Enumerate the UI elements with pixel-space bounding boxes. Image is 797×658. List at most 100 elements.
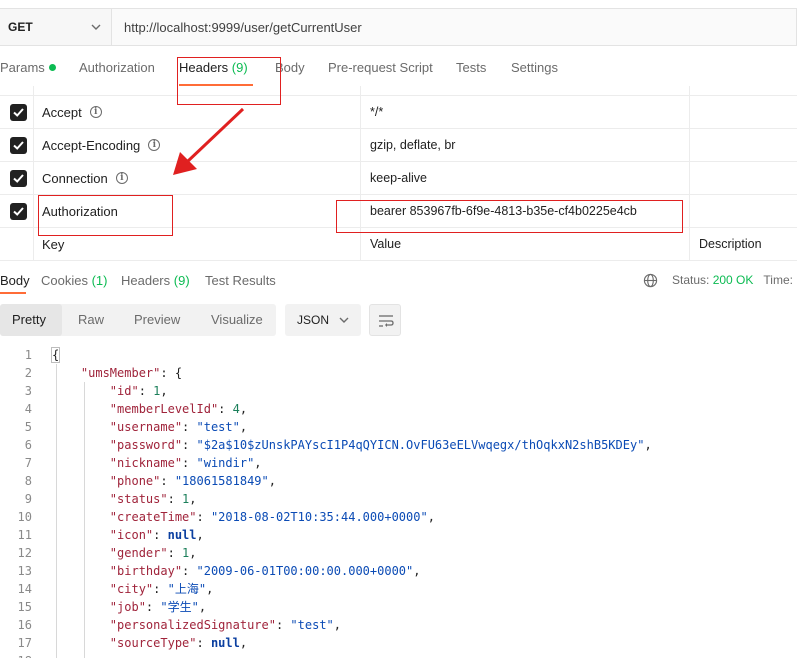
- response-status: Status: 200 OK Time:: [672, 273, 793, 287]
- chevron-down-icon: [91, 24, 101, 30]
- header-value[interactable]: keep-alive: [370, 162, 427, 194]
- code-token: ,: [196, 528, 204, 542]
- code-line: 4 "memberLevelId": 4,: [0, 400, 797, 418]
- code-token: :: [182, 420, 197, 434]
- code-token: "umsMember": [80, 366, 161, 380]
- code-token: null: [167, 528, 197, 542]
- header-key-text: Accept-Encoding: [42, 137, 141, 153]
- info-icon[interactable]: i: [89, 106, 102, 118]
- table-row-partial: [0, 86, 797, 96]
- time-label: Time:: [763, 273, 793, 287]
- tab-response-headers-count: (9): [173, 273, 190, 288]
- code-token: "personalizedSignature": [109, 618, 276, 632]
- code-line: 6 "password": "$2a$10$zUnskPAYscI1P4qQYI…: [0, 436, 797, 454]
- code-token: "phone": [109, 474, 161, 488]
- url-input[interactable]: http://localhost:9999/user/getCurrentUse…: [112, 9, 796, 45]
- code-line-partial: 18: [0, 652, 797, 658]
- tab-authorization[interactable]: Authorization: [79, 60, 155, 75]
- row-checkbox[interactable]: [10, 104, 27, 121]
- code-token: ,: [644, 438, 652, 452]
- code-token: :: [167, 492, 183, 506]
- row-checkbox[interactable]: [10, 137, 27, 154]
- code-token: ,: [239, 636, 248, 650]
- code-token: :: [167, 546, 183, 560]
- code-text: "job": "学生",: [52, 598, 206, 616]
- info-icon[interactable]: i: [148, 139, 161, 151]
- column-divider: [689, 195, 690, 227]
- code-text: "birthday": "2009-06-01T00:00:00.000+000…: [52, 562, 421, 580]
- format-select[interactable]: JSON: [285, 304, 361, 336]
- row-checkbox[interactable]: [10, 203, 27, 220]
- view-visualize-button[interactable]: Visualize: [211, 312, 263, 327]
- new-description-input[interactable]: Description: [699, 228, 762, 260]
- column-divider: [360, 129, 361, 161]
- checkmark-icon: [13, 141, 24, 150]
- tab-settings[interactable]: Settings: [511, 60, 558, 75]
- code-line: 15 "job": "学生",: [0, 598, 797, 616]
- code-token: "gender": [109, 546, 168, 560]
- tab-tests[interactable]: Tests: [456, 60, 486, 75]
- method-label: GET: [8, 20, 33, 34]
- code-text: "password": "$2a$10$zUnskPAYscI1P4qQYICN…: [52, 436, 652, 454]
- line-number: 3: [24, 384, 32, 398]
- wrap-lines-button[interactable]: [369, 304, 401, 336]
- line-number: 5: [24, 420, 32, 434]
- code-token: ,: [189, 492, 197, 506]
- code-token: "job": [109, 600, 146, 614]
- header-key[interactable]: Accept i: [42, 96, 102, 128]
- code-text: "createTime": "2018-08-02T10:35:44.000+0…: [52, 508, 435, 526]
- tab-cookies-count: (1): [91, 273, 108, 288]
- header-key[interactable]: Accept-Encoding i: [42, 129, 161, 161]
- tab-cookies-label: Cookies: [41, 273, 88, 288]
- code-token: :: [153, 528, 168, 542]
- code-text: "icon": null,: [52, 526, 204, 544]
- code-token: ,: [160, 384, 168, 398]
- code-line: 2 "umsMember": {: [0, 364, 797, 382]
- code-text: "id": 1,: [52, 382, 168, 400]
- code-token: "学生": [160, 600, 199, 614]
- code-token: ,: [333, 618, 342, 632]
- row-checkbox[interactable]: [10, 170, 27, 187]
- tab-params[interactable]: Params: [0, 60, 56, 75]
- code-token: :: [275, 618, 291, 632]
- annotation-box-authorization-key: [38, 195, 173, 236]
- code-token: ,: [413, 564, 421, 578]
- code-line: 5 "username": "test",: [0, 418, 797, 436]
- tab-test-results[interactable]: Test Results: [205, 273, 276, 288]
- wrap-lines-icon: [379, 315, 394, 327]
- response-body-code[interactable]: 1{2 "umsMember": {3 "id": 1, 4 "memberLev…: [0, 346, 797, 658]
- code-text: "personalizedSignature": "test",: [52, 616, 341, 634]
- tab-prerequest-script[interactable]: Pre-request Script: [328, 60, 433, 75]
- params-indicator-dot: [48, 64, 56, 71]
- line-number: 11: [17, 528, 32, 542]
- info-icon[interactable]: i: [115, 172, 128, 184]
- line-number: 9: [24, 492, 32, 506]
- code-token: "上海": [167, 582, 207, 596]
- format-select-label: JSON: [297, 313, 330, 327]
- column-divider: [689, 96, 690, 128]
- tab-response-cookies[interactable]: Cookies (1): [41, 273, 107, 288]
- code-token: 4: [232, 402, 240, 416]
- code-line: 10 "createTime": "2018-08-02T10:35:44.00…: [0, 508, 797, 526]
- view-raw-button[interactable]: Raw: [78, 312, 104, 327]
- method-select[interactable]: GET: [0, 9, 112, 45]
- globe-icon[interactable]: [643, 273, 658, 288]
- code-token: :: [182, 564, 197, 578]
- header-value[interactable]: gzip, deflate, br: [370, 129, 455, 161]
- tab-response-body[interactable]: Body: [0, 273, 30, 288]
- column-divider: [689, 86, 690, 95]
- header-value[interactable]: */*: [370, 96, 383, 128]
- view-pretty-button[interactable]: Pretty: [12, 312, 46, 327]
- tab-response-headers[interactable]: Headers (9): [121, 273, 190, 288]
- code-token: :: [145, 600, 161, 614]
- header-key[interactable]: Connection i: [42, 162, 128, 194]
- code-token: ,: [206, 582, 214, 596]
- view-preview-button[interactable]: Preview: [134, 312, 180, 327]
